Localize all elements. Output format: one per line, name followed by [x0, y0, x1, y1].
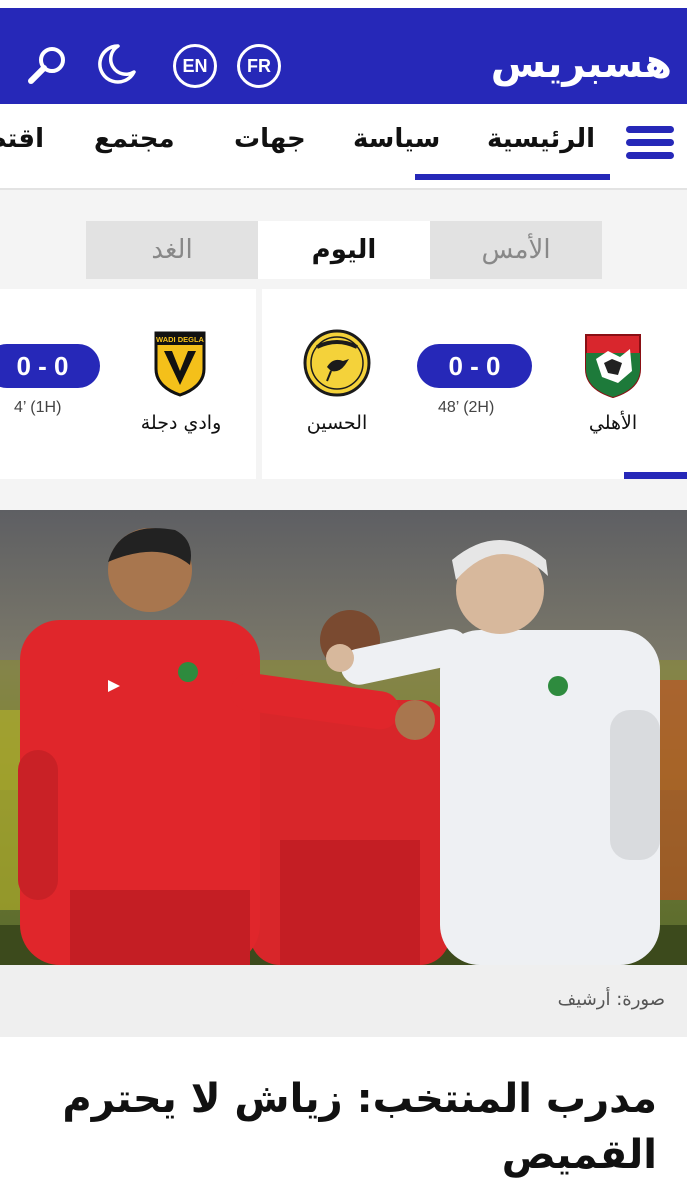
nav-item-politics[interactable]: سياسة: [353, 124, 440, 154]
tab-yesterday[interactable]: الأمس: [430, 221, 602, 279]
nav-active-indicator: [415, 174, 610, 180]
home-team-name: وادي دجلة: [140, 412, 222, 434]
match-card[interactable]: WADI DEGLA وادي دجلة 0 - 0 4’ (1H): [0, 289, 256, 479]
match-card[interactable]: الأهلي 0 - 0 48’ (2H) الحسين: [262, 289, 687, 479]
image-caption-bar: صورة: أرشيف: [0, 965, 687, 1037]
hero-photo: [0, 510, 687, 965]
match-score: 0 - 0: [0, 344, 100, 388]
match-minute: 4’ (1H): [14, 399, 62, 416]
main-nav: الرئيسية سياسة جهات مجتمع اقتصاد: [0, 104, 687, 190]
nav-item-regions[interactable]: جهات: [234, 124, 306, 154]
nav-item-society[interactable]: مجتمع: [94, 124, 175, 154]
article-hero-image[interactable]: [0, 510, 687, 965]
language-en-button[interactable]: EN: [173, 44, 217, 88]
language-fr-button[interactable]: FR: [237, 44, 281, 88]
hamburger-menu-icon[interactable]: [626, 126, 674, 164]
team-crest-icon: WADI DEGLA: [154, 331, 206, 397]
nav-item-home[interactable]: الرئيسية: [487, 124, 595, 154]
away-team-name: الحسين: [306, 412, 368, 434]
match-minute: 48’ (2H): [438, 399, 495, 416]
article-section: مدرب المنتخب: زياش لا يحترم القميص: [0, 1037, 687, 1200]
header-bar: EN FR هسبريس: [0, 8, 687, 104]
crest-text: WADI DEGLA: [156, 335, 204, 344]
tab-tomorrow[interactable]: الغد: [86, 221, 258, 279]
team-crest-icon: [303, 329, 371, 397]
carousel-active-indicator: [624, 472, 687, 479]
day-tabs: الغد اليوم الأمس: [86, 221, 602, 279]
match-score: 0 - 0: [417, 344, 532, 388]
match-carousel[interactable]: الأهلي 0 - 0 48’ (2H) الحسين WADI DEGLA …: [0, 289, 687, 481]
nav-item-economy[interactable]: اقتصاد: [0, 124, 44, 154]
home-team-name: الأهلي: [588, 412, 638, 434]
team-crest-icon: [585, 334, 641, 399]
image-caption: صورة: أرشيف: [557, 989, 665, 1010]
tab-today[interactable]: اليوم: [258, 221, 430, 279]
moon-icon[interactable]: [94, 42, 138, 86]
site-logo[interactable]: هسبريس: [491, 38, 673, 90]
article-headline[interactable]: مدرب المنتخب: زياش لا يحترم القميص: [37, 1071, 657, 1183]
search-icon[interactable]: [26, 44, 70, 88]
top-header: EN FR هسبريس: [0, 0, 687, 104]
